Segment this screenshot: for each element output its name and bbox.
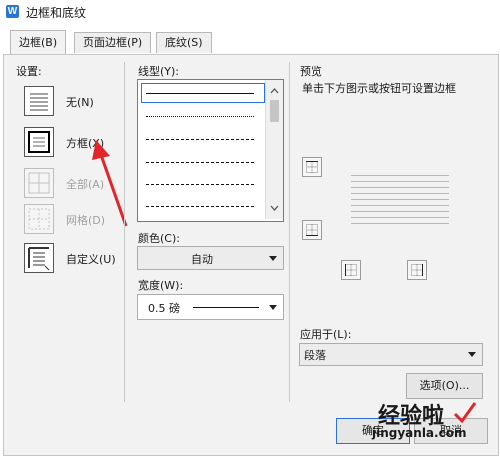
color-value: 自动 [191, 253, 213, 266]
tab-page-borders[interactable]: 页面边框(P) [74, 32, 152, 53]
preview-page[interactable] [351, 175, 449, 225]
line-style-list[interactable] [137, 79, 284, 222]
chevron-down-icon [269, 305, 277, 310]
setting-custom[interactable]: 自定义(U) [24, 243, 124, 279]
annotation-arrow-icon [92, 140, 128, 227]
width-heading: 宽度(W): [138, 279, 184, 292]
chevron-down-icon [269, 256, 277, 261]
width-line-sample [193, 307, 259, 308]
setting-none-label: 无(N) [66, 96, 94, 109]
color-select[interactable]: 自动 [137, 246, 284, 270]
title-bar: W 边框和底纹 [0, 0, 500, 24]
preview-heading: 预览 [300, 65, 322, 78]
setting-all-icon [24, 168, 54, 198]
line-style-solid[interactable] [146, 93, 254, 94]
tab-borders[interactable]: 边框(B) [10, 30, 67, 55]
tab-shading[interactable]: 底纹(S) [156, 32, 212, 53]
chevron-down-icon [468, 352, 476, 357]
wps-w-icon: W [6, 5, 19, 18]
setting-none[interactable]: 无(N) [24, 86, 124, 122]
line-style-scrollbar[interactable] [265, 80, 283, 219]
preview-hint: 单击下方图示或按钮可设置边框 [302, 82, 456, 95]
setting-none-icon [24, 86, 54, 116]
apply-to-select[interactable]: 段落 [299, 343, 483, 366]
checkmark-icon [453, 402, 477, 424]
setting-grid-icon [24, 204, 54, 234]
border-left-button[interactable] [341, 260, 361, 280]
preview-area [292, 96, 482, 320]
border-top-button[interactable] [302, 157, 322, 177]
line-style-dashed[interactable] [146, 162, 254, 163]
border-bottom-button[interactable] [302, 220, 322, 240]
apply-to-heading: 应用于(L): [300, 328, 352, 341]
setting-custom-icon [24, 243, 54, 273]
line-style-dotted[interactable] [146, 116, 254, 117]
divider-left [124, 62, 125, 402]
divider-right [289, 62, 290, 402]
width-select[interactable]: 0.5 磅 [137, 294, 284, 320]
options-button[interactable]: 选项(O)... [406, 373, 483, 399]
line-style-dash-dot-long[interactable] [146, 206, 254, 207]
watermark-url: jingyanla.com [372, 426, 467, 440]
line-style-heading: 线型(Y): [138, 65, 180, 78]
apply-to-value: 段落 [304, 349, 326, 362]
line-style-dash-dot[interactable] [146, 184, 254, 185]
width-value: 0.5 磅 [148, 302, 180, 315]
border-right-button[interactable] [407, 260, 427, 280]
tab-strip: 边框(B) 页面边框(P) 底纹(S) [0, 24, 500, 55]
color-heading: 颜色(C): [138, 232, 180, 245]
setting-box-icon [24, 127, 54, 157]
setting-custom-label: 自定义(U) [66, 253, 116, 266]
line-style-dashed-fine[interactable] [146, 139, 254, 140]
window-title: 边框和底纹 [26, 6, 87, 20]
settings-heading: 设置: [16, 65, 42, 78]
